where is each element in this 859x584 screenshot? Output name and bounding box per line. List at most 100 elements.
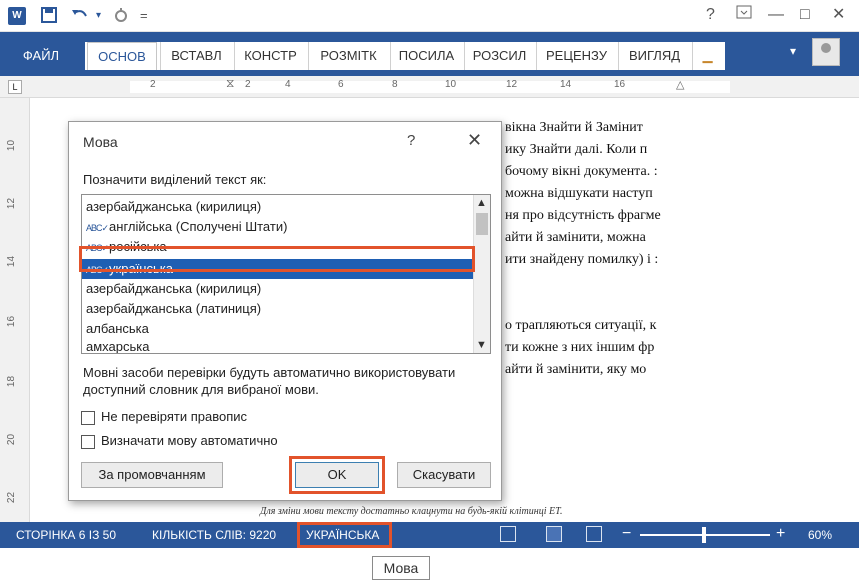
read-mode-icon[interactable] xyxy=(500,526,516,542)
redo-icon[interactable] xyxy=(112,6,130,29)
zoom-level[interactable]: 60% xyxy=(808,528,832,542)
spellcheck-icon: ABC✓ xyxy=(86,223,109,233)
tab-home[interactable]: ОСНОВ xyxy=(87,42,157,70)
ribbon-collapse-icon[interactable]: ▾ xyxy=(790,44,796,58)
ruler-tick: 16 xyxy=(614,79,626,90)
tab-overflow[interactable]: ▁ xyxy=(692,42,722,70)
auto-detect-option[interactable]: Визначати мову автоматично xyxy=(81,432,278,450)
tab-references[interactable]: ПОСИЛА xyxy=(390,42,462,70)
language-list-label: Позначити виділений текст як: xyxy=(83,172,267,187)
figure-caption: Мова xyxy=(372,556,430,580)
word-count[interactable]: КІЛЬКІСТЬ СЛІВ: 9220 xyxy=(152,528,276,542)
ruler-tick: 2 xyxy=(150,79,156,90)
scroll-down-icon[interactable]: ▼ xyxy=(476,339,487,351)
horizontal-ruler: L 2 2 4 6 8 10 12 14 16 ⧖ △ xyxy=(0,76,859,98)
vertical-ruler: 10 12 14 16 18 20 22 xyxy=(0,98,30,522)
ruler-tick: 2 xyxy=(245,79,251,90)
language-item-label: англійська (Сполучені Штати) xyxy=(109,219,288,234)
maximize-icon[interactable]: □ xyxy=(800,5,810,25)
ribbon: ФАЙЛ ОСНОВ ВСТАВЛ КОНСТР РОЗМІТК ПОСИЛА … xyxy=(0,32,859,76)
ok-button-highlight xyxy=(289,456,385,494)
tab-design[interactable]: КОНСТР xyxy=(234,42,306,70)
language-item[interactable]: амхарська xyxy=(82,337,474,354)
doc-text-line: о трапляються ситуації, к xyxy=(505,318,657,333)
ruler-tick: 10 xyxy=(445,79,457,90)
word-app-icon[interactable]: W xyxy=(8,7,26,25)
language-item-label: албанська xyxy=(86,321,149,336)
language-item-label: азербайджанська (кирилиця) xyxy=(86,281,262,296)
web-layout-icon[interactable] xyxy=(586,526,602,542)
set-default-button[interactable]: За промовчанням xyxy=(81,462,223,488)
indent-marker-icon[interactable]: ⧖ xyxy=(226,76,234,91)
title-bar: W ▾ = ? — □ ✕ xyxy=(0,0,859,32)
language-item[interactable]: албанська xyxy=(82,319,474,339)
language-indicator-highlight xyxy=(297,522,392,548)
doc-text-line: айти й замінити, можна xyxy=(505,230,646,245)
doc-text-line: айти й замінити, яку мо xyxy=(505,362,647,377)
zoom-in-icon[interactable]: + xyxy=(776,525,785,543)
ruler-vtick: 10 xyxy=(6,139,18,152)
language-item-label: азербайджанська (латиниця) xyxy=(86,301,262,316)
dialog-title: Мова xyxy=(83,134,118,150)
ruler-vtick: 20 xyxy=(6,433,18,446)
minimize-icon[interactable]: — xyxy=(768,5,784,25)
doc-caption-line: Для зміни мови тексту достатньо клацнути… xyxy=(260,506,563,517)
tab-review[interactable]: РЕЦЕНЗУ xyxy=(536,42,616,70)
right-indent-marker-icon[interactable]: △ xyxy=(676,78,684,91)
doc-text-line: ня про відсутність фрагме xyxy=(505,208,661,223)
no-spellcheck-label: Не перевіряти правопис xyxy=(101,409,247,424)
dialog-note: Мовні засоби перевірки будуть автоматичн… xyxy=(83,365,456,397)
listbox-scrollbar[interactable]: ▲ ▼ xyxy=(473,195,490,353)
close-window-icon[interactable]: ✕ xyxy=(832,5,845,25)
cancel-button[interactable]: Скасувати xyxy=(397,462,491,488)
ruler-vtick: 14 xyxy=(6,255,18,268)
auto-detect-checkbox[interactable] xyxy=(81,434,95,449)
language-item[interactable]: азербайджанська (кирилиця) xyxy=(82,279,474,299)
ribbon-display-options-icon[interactable] xyxy=(736,5,752,25)
dialog-help-icon[interactable]: ? xyxy=(407,132,415,149)
doc-text-line: вікна Знайти й Замінит xyxy=(505,120,643,135)
scroll-up-icon[interactable]: ▲ xyxy=(476,197,487,209)
tab-insert[interactable]: ВСТАВЛ xyxy=(160,42,232,70)
no-spellcheck-checkbox[interactable] xyxy=(81,410,95,425)
tab-layout[interactable]: РОЗМІТК xyxy=(308,42,388,70)
tab-mailings[interactable]: РОЗСИЛ xyxy=(464,42,534,70)
selected-language-highlight xyxy=(79,246,475,272)
language-item[interactable]: ABC✓англійська (Сполучені Штати) xyxy=(82,217,474,237)
language-listbox[interactable]: азербайджанська (кирилиця) ABC✓англійськ… xyxy=(81,194,491,354)
help-icon[interactable]: ? xyxy=(706,5,715,25)
ruler-tick: 6 xyxy=(338,79,344,90)
print-layout-icon[interactable] xyxy=(546,526,562,542)
language-item[interactable]: азербайджанська (латиниця) xyxy=(82,299,474,319)
doc-text-line: ику Знайти далі. Коли п xyxy=(505,142,648,157)
ruler-tick: 8 xyxy=(392,79,398,90)
status-bar: СТОРІНКА 6 ІЗ 50 КІЛЬКІСТЬ СЛІВ: 9220 УК… xyxy=(0,522,859,548)
undo-dropdown-icon[interactable]: ▾ xyxy=(96,6,101,26)
ruler-tick: 14 xyxy=(560,79,572,90)
doc-text-line: бочому вікні документа. : xyxy=(505,164,658,179)
zoom-out-icon[interactable]: − xyxy=(622,525,631,543)
scroll-thumb[interactable] xyxy=(476,213,488,235)
doc-text-line: можна відшукати наступ xyxy=(505,186,653,201)
tab-file[interactable]: ФАЙЛ xyxy=(10,42,72,70)
language-item-label: амхарська xyxy=(86,339,150,354)
tab-view[interactable]: ВИГЛЯД xyxy=(618,42,690,70)
undo-icon[interactable] xyxy=(70,6,90,29)
zoom-slider-thumb[interactable] xyxy=(702,527,706,543)
language-item-label: азербайджанська (кирилиця) xyxy=(86,199,262,214)
page-count[interactable]: СТОРІНКА 6 ІЗ 50 xyxy=(16,528,116,542)
ruler-vtick: 18 xyxy=(6,375,18,388)
doc-text-line: ти кожне з них іншим фр xyxy=(505,340,655,355)
language-item[interactable]: азербайджанська (кирилиця) xyxy=(82,197,474,217)
tab-selector-icon[interactable]: L xyxy=(8,80,22,94)
no-spellcheck-option[interactable]: Не перевіряти правопис xyxy=(81,408,247,426)
language-dialog: Мова ? ✕ Позначити виділений текст як: а… xyxy=(68,121,502,501)
ruler-vtick: 22 xyxy=(6,491,18,504)
ruler-tick: 4 xyxy=(285,79,291,90)
save-icon[interactable] xyxy=(40,6,58,29)
ruler-tick: 12 xyxy=(506,79,518,90)
ruler-vtick: 12 xyxy=(6,197,18,210)
customize-toolbar-icon[interactable]: = xyxy=(140,6,148,26)
dialog-close-icon[interactable]: ✕ xyxy=(467,130,482,151)
user-avatar[interactable] xyxy=(812,38,840,66)
